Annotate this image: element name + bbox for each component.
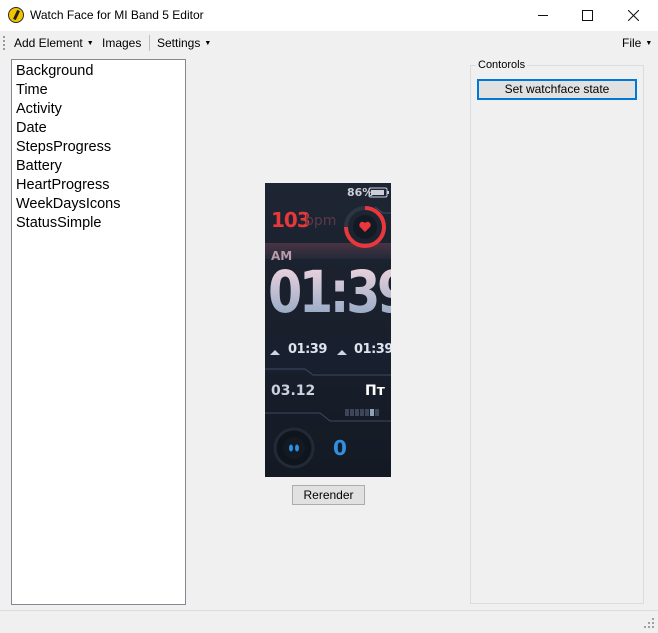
battery-percent: 86% — [347, 186, 374, 199]
weekday-display: Пт — [365, 383, 385, 399]
list-item[interactable]: StatusSimple — [16, 215, 101, 231]
list-item[interactable]: Background — [16, 63, 93, 79]
menu-settings[interactable]: Settings ▼ — [157, 36, 211, 50]
date-display: 03.12 — [271, 383, 316, 399]
main-window: Watch Face for MI Band 5 Editor Add Elem… — [0, 0, 658, 632]
menu-separator — [149, 35, 150, 51]
list-item[interactable]: Date — [16, 120, 47, 136]
window-title: Watch Face for MI Band 5 Editor — [30, 8, 204, 22]
chevron-down-icon: ▼ — [86, 40, 94, 48]
heart-rate-value: 103 — [271, 208, 311, 232]
rerender-button[interactable]: Rerender — [292, 485, 365, 505]
sunset-time: 01:39 — [354, 342, 391, 357]
close-button[interactable] — [610, 0, 656, 31]
maximize-icon — [581, 10, 593, 21]
menu-file[interactable]: File ▼ — [622, 36, 652, 50]
chevron-down-icon: ▼ — [645, 40, 653, 48]
watchface-preview: 86% 103 bpm AM 01:39 01:39 01:39 03.12 П… — [265, 183, 391, 477]
list-item[interactable]: StepsProgress — [16, 139, 111, 155]
list-item[interactable]: Activity — [16, 101, 62, 117]
set-watchface-state-button[interactable]: Set watchface state — [477, 79, 637, 100]
list-item[interactable]: WeekDaysIcons — [16, 196, 121, 212]
menu-settings-label: Settings — [157, 36, 201, 50]
title-bar: Watch Face for MI Band 5 Editor — [0, 0, 658, 31]
minimize-icon — [537, 15, 548, 16]
list-item[interactable]: HeartProgress — [16, 177, 109, 193]
resize-grip-icon[interactable] — [644, 618, 654, 628]
menu-add-element-label: Add Element — [14, 36, 83, 50]
menu-images[interactable]: Images — [102, 36, 141, 50]
controls-group-label: Contorols — [476, 59, 528, 71]
menu-bar — [0, 31, 658, 55]
toolbar-grip[interactable] — [3, 36, 7, 50]
close-icon — [627, 10, 639, 21]
menu-add-element[interactable]: Add Element ▼ — [14, 36, 94, 50]
status-bar — [0, 610, 658, 633]
footsteps-icon — [289, 444, 293, 452]
heart-rate-unit: bpm — [305, 213, 337, 229]
minimize-button[interactable] — [520, 0, 566, 31]
list-item[interactable]: Battery — [16, 158, 62, 174]
controls-groupbox — [470, 65, 644, 604]
time-display: 01:39 — [268, 263, 391, 321]
maximize-button[interactable] — [564, 0, 610, 31]
steps-count: 0 — [333, 436, 347, 460]
menu-file-label: File — [622, 36, 642, 50]
chevron-down-icon: ▼ — [204, 40, 212, 48]
list-item[interactable]: Time — [16, 82, 48, 98]
app-logo-icon — [8, 7, 24, 23]
elements-listbox[interactable]: Background Time Activity Date StepsProgr… — [11, 59, 186, 605]
sunrise-time: 01:39 — [288, 342, 327, 357]
